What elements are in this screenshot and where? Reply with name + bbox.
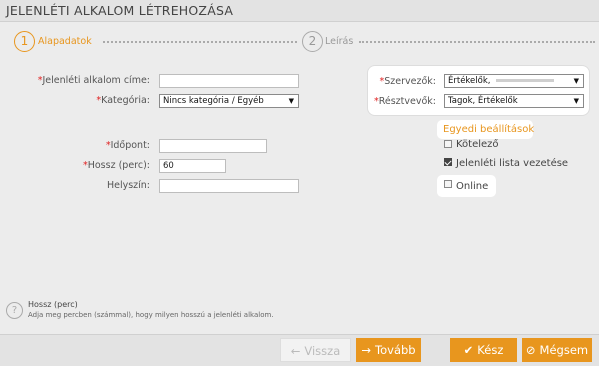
step-connector	[103, 41, 297, 43]
done-button-label: Kész	[477, 343, 504, 357]
redacted-name	[496, 79, 555, 82]
checkmark-icon: ✔	[463, 343, 474, 357]
title-input[interactable]	[159, 74, 299, 88]
participants-label: *Résztvevők:	[370, 96, 436, 107]
category-selected-value: Nincs kategória / Egyéb	[163, 96, 264, 106]
label-text: Szervezők:	[384, 76, 436, 87]
time-field-label: *Időpont:	[20, 140, 150, 151]
next-button-label: Tovább	[375, 343, 416, 357]
step-2-label[interactable]: Leírás	[325, 36, 353, 47]
category-select[interactable]: Nincs kategória / Egyéb ▼	[159, 94, 299, 108]
dropdown-arrow-icon: ▼	[288, 97, 294, 105]
label-text: Kategória:	[101, 95, 150, 106]
custom-settings-title[interactable]: Egyedi beállítások	[443, 124, 534, 135]
title-field-label: *Jelenléti alkalom címe:	[20, 75, 150, 86]
participants-select[interactable]: Tagok, Értékelők ▼	[444, 94, 584, 108]
title-bar: JELENLÉTI ALKALOM LÉTREHOZÁSA	[0, 0, 599, 22]
dropdown-arrow-icon: ▼	[573, 77, 579, 85]
label-text: Résztvevők:	[378, 96, 436, 107]
participants-selected-value: Tagok, Értékelők	[448, 96, 518, 106]
step-2-indicator[interactable]: 2	[302, 31, 323, 52]
arrow-left-icon: ←	[290, 344, 301, 358]
location-field-label: Helyszín:	[106, 180, 150, 191]
online-checkbox-label[interactable]: Online	[456, 181, 488, 192]
back-button[interactable]: ← Vissza	[280, 338, 351, 362]
step-1-label[interactable]: Alapadatok	[38, 36, 92, 47]
location-input[interactable]	[159, 179, 299, 193]
time-input[interactable]	[159, 139, 267, 153]
next-button[interactable]: → Tovább	[356, 338, 421, 362]
step-connector	[359, 41, 595, 43]
attendance-list-checkbox-label[interactable]: Jelenléti lista vezetése	[456, 158, 568, 169]
dropdown-arrow-icon: ▼	[573, 97, 579, 105]
organizers-select[interactable]: Értékelők, ▼	[444, 74, 584, 88]
cancel-button-label: Mégsem	[539, 343, 589, 357]
organizers-selected-value: Értékelők,	[448, 76, 491, 86]
duration-input[interactable]: 60	[159, 159, 226, 173]
required-checkbox-label[interactable]: Kötelező	[456, 139, 499, 150]
help-title: Hossz (perc)	[28, 300, 78, 309]
label-text: Időpont:	[110, 140, 150, 151]
attendance-list-checkbox[interactable]	[444, 158, 452, 166]
duration-field-label: *Hossz (perc):	[20, 160, 150, 171]
done-button[interactable]: ✔ Kész	[450, 338, 517, 362]
window-title: JELENLÉTI ALKALOM LÉTREHOZÁSA	[6, 3, 234, 18]
arrow-right-icon: →	[361, 343, 372, 357]
required-checkbox[interactable]	[444, 140, 452, 148]
label-text: Hossz (perc):	[87, 160, 150, 171]
back-button-label: Vissza	[304, 344, 341, 358]
category-field-label: *Kategória:	[20, 95, 150, 106]
online-checkbox[interactable]	[444, 180, 452, 188]
label-text: Jelenléti alkalom címe:	[42, 75, 150, 86]
cancel-button[interactable]: ⊘ Mégsem	[522, 338, 592, 362]
step-1-indicator[interactable]: 1	[14, 31, 35, 52]
organizers-label: *Szervezők:	[372, 76, 437, 87]
cancel-icon: ⊘	[525, 343, 536, 357]
help-icon: ?	[6, 302, 23, 319]
help-text: Adja meg percben (számmal), hogy milyen …	[28, 311, 274, 319]
